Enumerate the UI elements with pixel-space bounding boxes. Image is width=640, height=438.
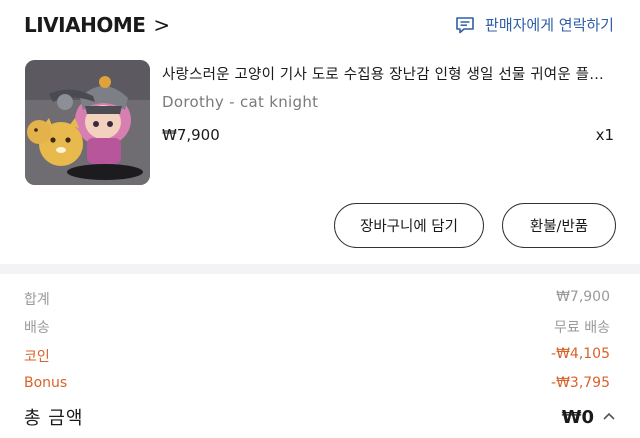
add-to-cart-button[interactable]: 장바구니에 담기 [334,203,484,248]
chevron-up-icon[interactable] [602,409,616,425]
contact-seller-link[interactable]: 판매자에게 연락하기 [455,14,614,35]
shipping-row: 배송 무료 배송 [24,317,610,337]
bonus-value: -₩3,795 [551,375,610,391]
store-header: LIVIAHOME > 판매자에게 연락하기 [0,0,640,52]
store-link[interactable]: LIVIAHOME > [24,13,170,37]
bonus-label: Bonus [24,375,68,391]
product-option: Dorothy - cat knight [162,93,319,111]
total-value: ₩0 [561,406,594,428]
subtotal-row: 합계 ₩7,900 [24,289,610,309]
bonus-discount-row: Bonus -₩3,795 [24,375,610,391]
contact-seller-label: 판매자에게 연락하기 [485,16,614,34]
chat-icon [456,16,474,33]
coin-discount-row: 코인 -₩4,105 [24,346,610,366]
store-name: LIVIAHOME [24,13,146,37]
refund-return-button[interactable]: 환불/반품 [502,203,616,248]
order-item: 사랑스러운 고양이 기사 도로 수집용 장난감 인형 생일 선물 귀여운 플러.… [0,58,640,188]
total-label: 총 금액 [24,408,84,429]
chevron-right-icon: > [153,13,170,37]
product-image[interactable] [25,60,150,185]
product-price: ₩7,900 [162,126,220,144]
shipping-label: 배송 [24,320,50,336]
subtotal-value: ₩7,900 [556,289,610,305]
product-quantity: x1 [595,126,614,144]
coin-value: -₩4,105 [551,346,610,362]
section-divider [0,264,640,274]
product-title[interactable]: 사랑스러운 고양이 기사 도로 수집용 장난감 인형 생일 선물 귀여운 플러.… [162,63,617,84]
shipping-value: 무료 배송 [554,320,610,336]
subtotal-label: 합계 [24,292,50,308]
coin-label: 코인 [24,349,50,365]
total-row: 총 금액 ₩0 [24,404,616,430]
